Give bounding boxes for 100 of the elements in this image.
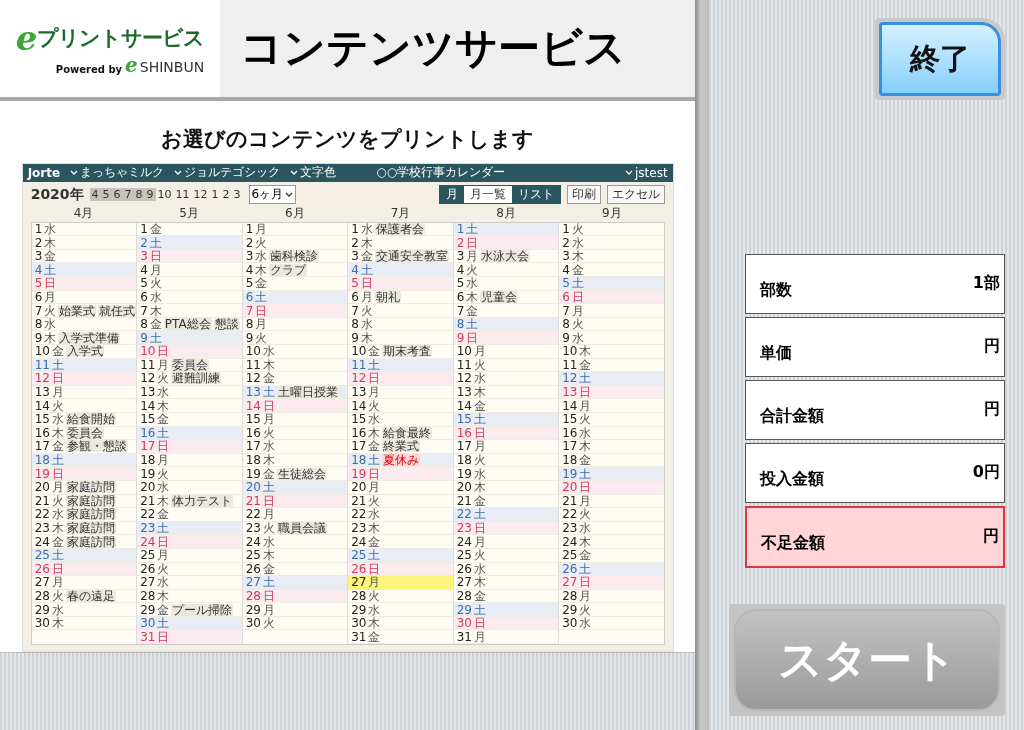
weekday-label: 日 [157, 630, 170, 643]
action-button[interactable]: 印刷 [566, 185, 601, 205]
weekday-label: 木 [44, 236, 57, 249]
chevron-icon [285, 192, 294, 198]
day-number: 2 [34, 236, 43, 249]
day-number: 12 [245, 372, 261, 385]
weekday-label: 水 [473, 562, 486, 575]
day-number: 8 [245, 318, 254, 331]
month-chip[interactable]: 1 [209, 188, 221, 202]
weekday-label: 水 [255, 250, 268, 263]
month-chip[interactable]: 11 [173, 188, 192, 202]
range-dropdown[interactable]: 6ヶ月 [248, 185, 297, 205]
day-number: 21 [456, 494, 472, 507]
day-number: 17 [245, 440, 261, 453]
day-number: 26 [456, 562, 472, 575]
weekday-label: 木 [571, 250, 584, 263]
menu-dropdown[interactable]: ジョルテゴシック [174, 164, 281, 182]
month-chip[interactable]: 5 [100, 188, 112, 202]
exit-button[interactable]: 終了 [879, 22, 1001, 96]
weekday-label: 水 [579, 522, 592, 534]
day-number: 2 [140, 236, 148, 249]
month-chip[interactable]: 12 [191, 188, 210, 202]
day-number: 29 [245, 603, 261, 616]
day-number: 17 [351, 440, 367, 453]
event-tag: 参観・懇談 [65, 440, 128, 453]
weekday-label: 日 [51, 562, 64, 575]
day-number: 7 [562, 304, 570, 317]
day-number: 5 [456, 277, 465, 290]
weekday-label: 月 [579, 399, 592, 412]
day-number: 24 [140, 535, 156, 548]
day-number: 10 [245, 345, 261, 358]
weekday-label: 水 [262, 345, 275, 358]
weekday-label: 土 [149, 331, 162, 344]
day-number: 21 [34, 494, 50, 507]
day-number: 30 [140, 617, 156, 630]
day-number: 24 [562, 535, 578, 548]
partner-name: SHINBUN [139, 59, 205, 76]
month-chip[interactable]: 10 [155, 188, 174, 202]
weekday-label: 水 [368, 508, 381, 521]
weekday-label: 土 [157, 617, 170, 630]
weekday-label: 木 [579, 440, 592, 453]
day-number: 19 [562, 467, 578, 480]
month-chip[interactable]: 6 [111, 188, 123, 202]
day-number: 4 [140, 263, 148, 276]
event-tag: 歯科検診 [269, 250, 320, 263]
day-number: 6 [140, 290, 148, 303]
day-number: 29 [140, 603, 156, 616]
weekday-label: 金 [368, 630, 381, 643]
month-chip[interactable]: 7 [122, 188, 134, 202]
weekday-label: 火 [51, 399, 64, 412]
weekday-label: 月 [466, 250, 479, 263]
day-number: 20 [562, 481, 578, 494]
weekday-label: 水 [149, 290, 162, 303]
day-number: 10 [562, 345, 578, 358]
weekday-label: 火 [157, 467, 170, 480]
weekday-label: 日 [157, 535, 170, 548]
weekday-label: 月 [157, 549, 170, 562]
weekday-label: 水 [360, 318, 373, 331]
day-number: 14 [140, 399, 156, 412]
month-title: 9月 [601, 204, 623, 222]
weekday-label: 月 [157, 358, 170, 371]
user-dropdown[interactable]: jstest [625, 165, 668, 180]
month-chip[interactable]: 9 [144, 188, 156, 202]
chevron-icon [290, 170, 299, 176]
weekday-label: 木 [579, 535, 592, 548]
day-number: 29 [562, 603, 578, 616]
weekday-label: 金 [473, 494, 486, 507]
weekday-label: 月 [51, 481, 64, 494]
action-button[interactable]: エクセル [606, 185, 665, 205]
day-number: 16 [34, 426, 50, 439]
day-number: 20 [34, 481, 50, 494]
month-chip[interactable]: 4 [89, 188, 101, 202]
view-tab[interactable]: 月 [439, 186, 464, 204]
event-tag: 期末考査 [382, 345, 433, 358]
weekday-label: 水 [579, 617, 592, 630]
month-chip[interactable]: 2 [220, 188, 232, 202]
day-number: 11 [140, 358, 156, 371]
day-number: 7 [140, 304, 148, 317]
day-number: 16 [562, 426, 578, 439]
view-tab[interactable]: リスト [511, 186, 560, 204]
day-number: 14 [351, 399, 367, 412]
menu-dropdown[interactable]: 文字色 [290, 164, 337, 182]
day-number: 24 [245, 535, 261, 548]
day-number: 25 [351, 549, 367, 562]
weekday-label: 金 [44, 250, 57, 263]
weekday-label: 日 [157, 345, 170, 358]
month-chip[interactable]: 8 [133, 188, 145, 202]
menu-dropdown[interactable]: まっちゃミルク [70, 164, 165, 182]
weekday-label: 土 [262, 576, 275, 589]
day-number: 6 [245, 290, 254, 303]
event-tag: 夏休み [382, 454, 421, 467]
day-number: 11 [456, 358, 472, 371]
weekday-label: 日 [368, 562, 381, 575]
weekday-label: 土 [368, 454, 381, 467]
day-number: 4 [245, 263, 254, 276]
view-tab[interactable]: 月一覧 [463, 186, 512, 204]
day-number: 9 [351, 331, 359, 344]
day-number: 27 [562, 576, 578, 589]
month-chip[interactable]: 3 [231, 188, 243, 202]
weekday-label: 火 [262, 522, 275, 534]
